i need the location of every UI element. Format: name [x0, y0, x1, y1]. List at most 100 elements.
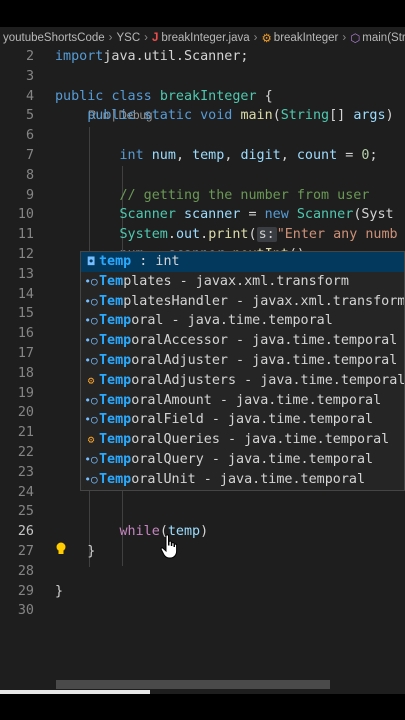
breadcrumb-class[interactable]: breakInteger — [274, 32, 339, 44]
code-text: int num, temp, digit, count = 0; — [55, 146, 378, 166]
breadcrumb-folder-ysc[interactable]: YSC — [117, 32, 141, 44]
suggestion-detail: oralQuery - java.time.temporal — [131, 452, 374, 467]
code-line[interactable]: 30 — [0, 601, 405, 621]
line-number: 26 — [17, 524, 34, 540]
suggestion-item[interactable]: •○ Temporal - java.time.temporal — [81, 311, 404, 331]
code-text: while(temp) — [55, 522, 209, 542]
code-line[interactable]: 28 — [0, 562, 405, 582]
suggestion-item[interactable]: •○ TemporalAdjuster - java.time.temporal — [81, 351, 404, 371]
code-line[interactable]: 6 — [0, 126, 405, 146]
line-number: 5 — [25, 108, 34, 124]
suggestion-match: Temp — [99, 471, 132, 487]
code-token: ; — [369, 148, 378, 163]
code-line[interactable]: 11 System.out.print(s: "Enter any numb — [0, 225, 405, 245]
chevron-right-icon: › — [144, 32, 148, 44]
code-line[interactable]: 9 // getting the number from user — [0, 186, 405, 206]
suggestion-match: Temp — [99, 313, 132, 329]
method-icon: ⬡ — [350, 33, 361, 45]
code-line[interactable]: 2 importjava.util.Scanner; — [0, 49, 405, 67]
code-line[interactable]: 4 public class breakInteger { — [0, 87, 405, 107]
suggestion-label: TemporalQueries - java.time.temporal — [99, 430, 389, 450]
code-token: , — [175, 148, 193, 163]
code-token: num — [151, 148, 176, 163]
suggestion-item[interactable]: •○ TemporalAccessor - java.time.temporal — [81, 331, 404, 351]
suggestion-match: temp — [99, 254, 132, 269]
suggestion-item[interactable]: •○ TemporalUnit - java.time.temporal — [81, 470, 404, 490]
code-token: scanner — [184, 207, 241, 223]
suggestion-item[interactable]: •○ TemporalField - java.time.temporal — [81, 410, 404, 430]
suggestion-match: Temp — [99, 432, 132, 448]
code-token: = — [337, 148, 362, 163]
suggestion-item[interactable]: ◘ temp : int — [81, 252, 404, 272]
code-token: , — [280, 148, 297, 163]
suggestion-detail: oralQueries - java.time.temporal — [131, 432, 390, 448]
module-icon: •○ — [84, 472, 98, 486]
code-token: print — [208, 227, 249, 243]
suggestion-detail: oralUnit - java.time.temporal — [131, 471, 366, 487]
code-token: ( — [248, 227, 257, 243]
code-line[interactable]: 5 public static void main(String[] args) — [0, 106, 405, 126]
suggestion-item[interactable]: •○ TemplatesHandler - javax.xml.transform — [81, 292, 404, 312]
suggestion-label: TemplatesHandler - javax.xml.transform — [99, 292, 404, 312]
suggestion-match: Tem — [99, 273, 124, 289]
suggestion-label: Temporal - java.time.temporal — [99, 311, 333, 331]
suggestion-item[interactable]: •○ Templates - javax.xml.transform — [81, 272, 404, 292]
line-number: 30 — [17, 603, 34, 619]
line-number: 23 — [17, 464, 34, 480]
breadcrumb-folder-root[interactable]: youtubeShortsCode — [3, 32, 105, 44]
code-line[interactable]: 10 Scanner scanner = new Scanner(Syst — [0, 205, 405, 225]
code-text: } — [55, 582, 63, 602]
code-token: = — [240, 207, 265, 223]
code-line[interactable]: 26 while(temp) — [0, 522, 405, 542]
suggestion-item[interactable]: ⚙ TemporalQueries - java.time.temporal — [81, 430, 404, 450]
code-line[interactable]: 25 — [0, 502, 405, 522]
line-number: 24 — [17, 484, 34, 500]
suggestion-match: Temp — [99, 412, 132, 428]
breadcrumb-file[interactable]: breakInteger.java — [161, 32, 249, 44]
suggestion-item[interactable]: •○ TemporalQuery - java.time.temporal — [81, 450, 404, 470]
code-line[interactable]: 27 } — [0, 542, 405, 562]
suggestion-label: TemporalField - java.time.temporal — [99, 410, 373, 430]
code-line[interactable]: 29} — [0, 582, 405, 602]
code-text: } — [55, 542, 95, 562]
code-token: Scanner — [119, 207, 176, 223]
line-number: 6 — [25, 128, 34, 144]
module-icon: •○ — [84, 413, 98, 427]
suggestion-label: temp : int — [99, 252, 180, 272]
code-token: count — [296, 148, 338, 163]
suggestion-label: TemporalAmount - java.time.temporal — [99, 391, 381, 411]
line-number: 18 — [17, 365, 34, 381]
suggestion-item[interactable]: •○ TemporalAmount - java.time.temporal — [81, 391, 404, 411]
code-token: breakInteger — [159, 88, 257, 104]
line-number: 3 — [25, 68, 34, 84]
line-number: 9 — [25, 187, 34, 203]
horizontal-scrollbar[interactable] — [56, 680, 330, 689]
code-token: System — [119, 227, 168, 243]
module-icon: •○ — [84, 354, 98, 367]
line-number: 11 — [17, 227, 34, 243]
suggestion-detail: oralAdjuster - java.time.temporal — [131, 353, 398, 368]
code-token: temp — [192, 148, 225, 163]
code-line[interactable]: 3 — [0, 67, 405, 87]
code-token: . — [200, 227, 209, 243]
code-token: out — [175, 227, 201, 243]
module-icon: •○ — [84, 274, 98, 288]
suggestion-item[interactable]: ⚙ TemporalAdjusters - java.time.temporal — [81, 371, 404, 391]
code-line[interactable]: 7 int num, temp, digit, count = 0; — [0, 146, 405, 166]
code-token: ( — [272, 108, 281, 124]
code-line[interactable]: 8 — [0, 166, 405, 186]
line-number: 25 — [17, 504, 34, 520]
code-token: , — [224, 148, 241, 163]
suggestion-label: TemporalAdjusters - java.time.temporal — [99, 371, 404, 391]
suggestion-label: TemporalAccessor - java.time.temporal — [99, 331, 397, 351]
suggestion-match: Temp — [99, 353, 132, 368]
breadcrumb-method[interactable]: main(Strin — [362, 32, 405, 44]
suggestion-widget[interactable]: ◘ temp : int •○ Templates - javax.xml.trans… — [80, 251, 405, 491]
suggestion-match: Temp — [99, 372, 132, 388]
